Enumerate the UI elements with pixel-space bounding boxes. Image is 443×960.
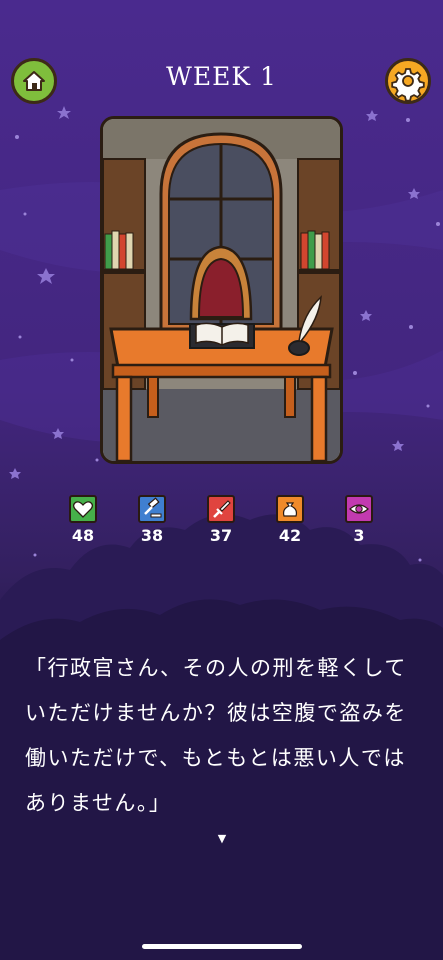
dialogue-line: いただけませんか？彼は空腹で盗みを bbox=[25, 701, 407, 725]
stat-wealth: 42 bbox=[270, 495, 310, 545]
dialogue-line: 働いただけで、もともとは悪い人では bbox=[25, 746, 406, 770]
eye-icon bbox=[345, 495, 373, 523]
week-title: WEEK 1 bbox=[166, 62, 277, 91]
stat-military: 37 bbox=[201, 495, 241, 545]
sword-icon bbox=[207, 495, 235, 523]
dialogue-line: ありません。」 bbox=[25, 791, 172, 815]
gear-icon bbox=[391, 68, 425, 102]
gavel-icon bbox=[138, 495, 166, 523]
stat-justice: 38 bbox=[132, 495, 172, 545]
stat-insight: 3 bbox=[339, 495, 379, 545]
office-desk-illustration bbox=[103, 119, 340, 461]
continue-triangle-icon[interactable]: ▼ bbox=[215, 832, 229, 846]
heart-icon bbox=[69, 495, 97, 523]
scene-illustration bbox=[100, 116, 343, 464]
stat-heart: 48 bbox=[63, 495, 103, 545]
money-bag-icon bbox=[276, 495, 304, 523]
stat-military-value: 37 bbox=[209, 526, 233, 545]
settings-button[interactable] bbox=[385, 58, 431, 104]
stat-justice-value: 38 bbox=[140, 526, 164, 545]
stat-wealth-value: 42 bbox=[278, 526, 302, 545]
dialogue-text[interactable]: 「行政官さん、その人の刑を軽くして いただけませんか？彼は空腹で盗みを 働いただ… bbox=[25, 646, 425, 826]
dialogue-line: 「行政官さん、その人の刑を軽くして bbox=[25, 656, 407, 680]
home-indicator[interactable] bbox=[142, 944, 302, 949]
stat-insight-value: 3 bbox=[353, 526, 365, 545]
stat-heart-value: 48 bbox=[71, 526, 95, 545]
game-screen: WEEK 1 48 38 37 42 3 「行政官さん、その人の刑を軽くして い… bbox=[0, 0, 443, 960]
